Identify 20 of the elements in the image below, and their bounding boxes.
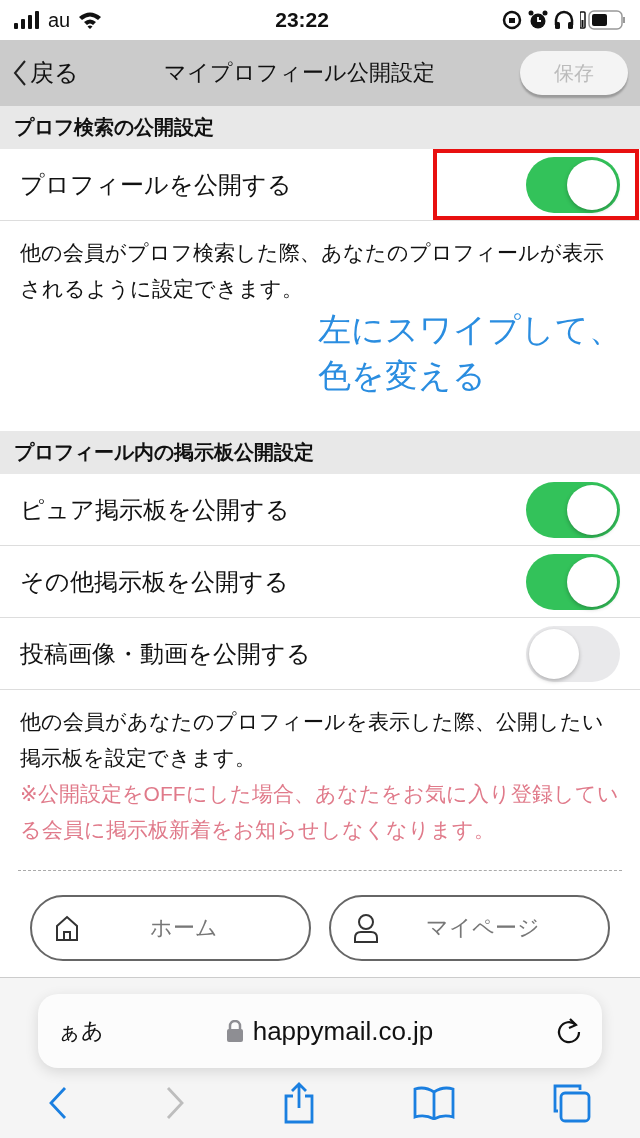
annotation-text: 色を変える (318, 356, 487, 396)
text-size-button[interactable]: ぁあ (58, 1016, 104, 1046)
mypage-button[interactable]: マイページ (329, 895, 610, 961)
back-button[interactable]: 戻る (12, 57, 79, 89)
description-text: 他の会員があなたのプロフィールを表示した際、公開したい掲示板を設定できます。 (20, 709, 605, 771)
home-button[interactable]: ホーム (30, 895, 311, 961)
address-bar[interactable]: ぁあ happymail.co.jp (38, 994, 602, 1068)
clock-time: 23:22 (275, 8, 329, 32)
setting-label: 投稿画像・動画を公開する (20, 638, 311, 669)
annotation-text: 左にスワイプして、 (318, 310, 622, 350)
setting-label: その他掲示板を公開する (20, 566, 289, 597)
description-text: 他の会員がプロフ検索した際、あなたのプロフィールが表示されるように設定できます。 (20, 240, 605, 302)
setting-label: プロフィールを公開する (20, 169, 292, 200)
page-title: マイプロフィール公開設定 (163, 59, 436, 87)
section-header: プロフ検索の公開設定 (0, 106, 640, 149)
section-header: プロフィール内の掲示板公開設定 (0, 431, 640, 474)
url-text: happymail.co.jp (252, 1015, 434, 1047)
carrier-name: au (48, 8, 71, 32)
setting-label: ピュア掲示板を公開する (20, 494, 290, 525)
warning-text: ※公開設定をOFFにした場合、あなたをお気に入り登録している会員に掲示板新着をお知らせしなくなります。 (20, 781, 620, 843)
